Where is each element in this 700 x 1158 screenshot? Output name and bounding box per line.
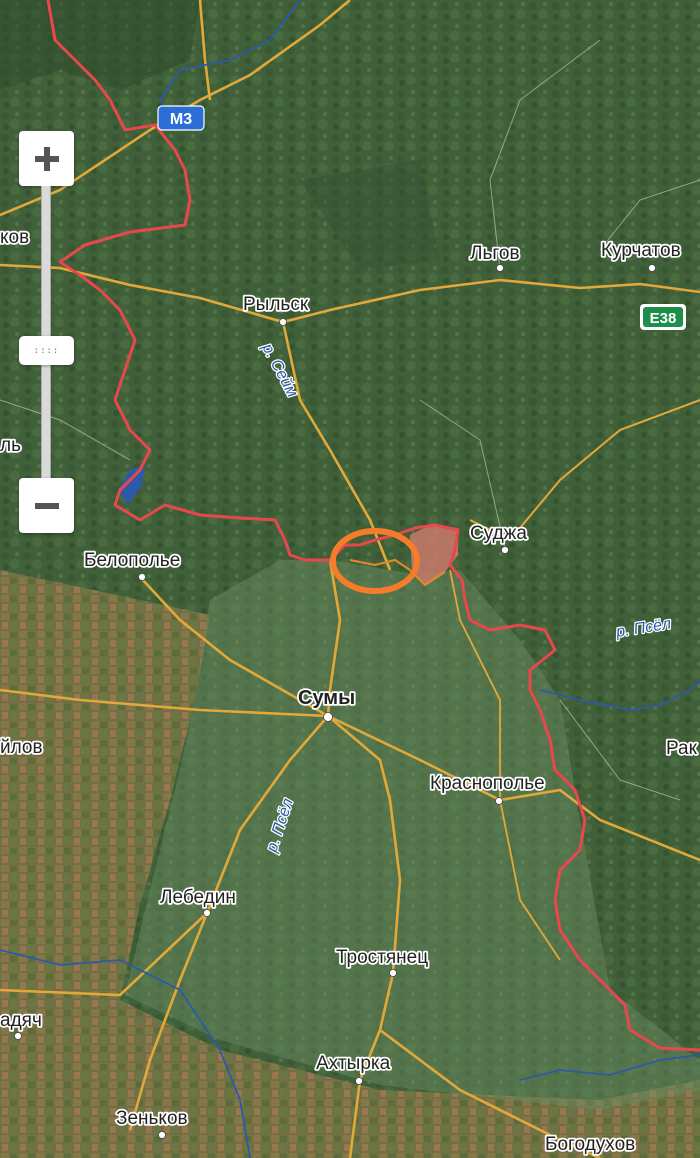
plus-icon (34, 146, 59, 171)
city-label-belopolye: Белополье (84, 550, 180, 571)
minus-icon (34, 502, 59, 509)
city-label-zenkov: Зеньков (116, 1108, 188, 1129)
zoom-handle-grip: :::: (33, 345, 60, 356)
zoom-in-button[interactable] (19, 131, 74, 186)
city-label-lgov: Льгов (470, 243, 520, 264)
road-badge-m3-label: М3 (170, 111, 192, 128)
city-label-sumy: Сумы (298, 687, 355, 709)
road-badge-e38: E38 (640, 304, 686, 330)
city-label-akhtyrka: Ахтырка (316, 1053, 391, 1074)
city-label-partial-ilov: йлов (0, 737, 43, 758)
city-label-krasnopolye: Краснополье (430, 773, 545, 794)
road-badge-m3: М3 (157, 105, 205, 131)
city-label-lebedin: Лебедин (160, 887, 236, 908)
city-label-kurchatov: Курчатов (601, 240, 681, 261)
city-label-partial-kov: ков (0, 227, 29, 248)
city-label-partial-l: ль (0, 435, 21, 456)
city-label-partial-rak: Рак (666, 738, 698, 759)
road-badge-e38-label: E38 (650, 310, 677, 327)
city-label-bogodukhov: Богодухов (545, 1134, 635, 1155)
zoom-out-button[interactable] (19, 478, 74, 533)
zoom-slider-track[interactable] (41, 186, 51, 478)
city-label-rylsk: Рыльск (243, 294, 309, 315)
city-label-sudzha: Суджа (470, 523, 527, 544)
city-label-trostyanets: Тростянец (336, 947, 428, 968)
zoom-slider-handle[interactable]: :::: (19, 336, 74, 365)
satellite-map[interactable]: М3 E38 Льгов Курчатов Рыльск Суджа Белоп… (0, 0, 700, 1158)
city-label-partial-adyach: адяч (0, 1010, 42, 1031)
